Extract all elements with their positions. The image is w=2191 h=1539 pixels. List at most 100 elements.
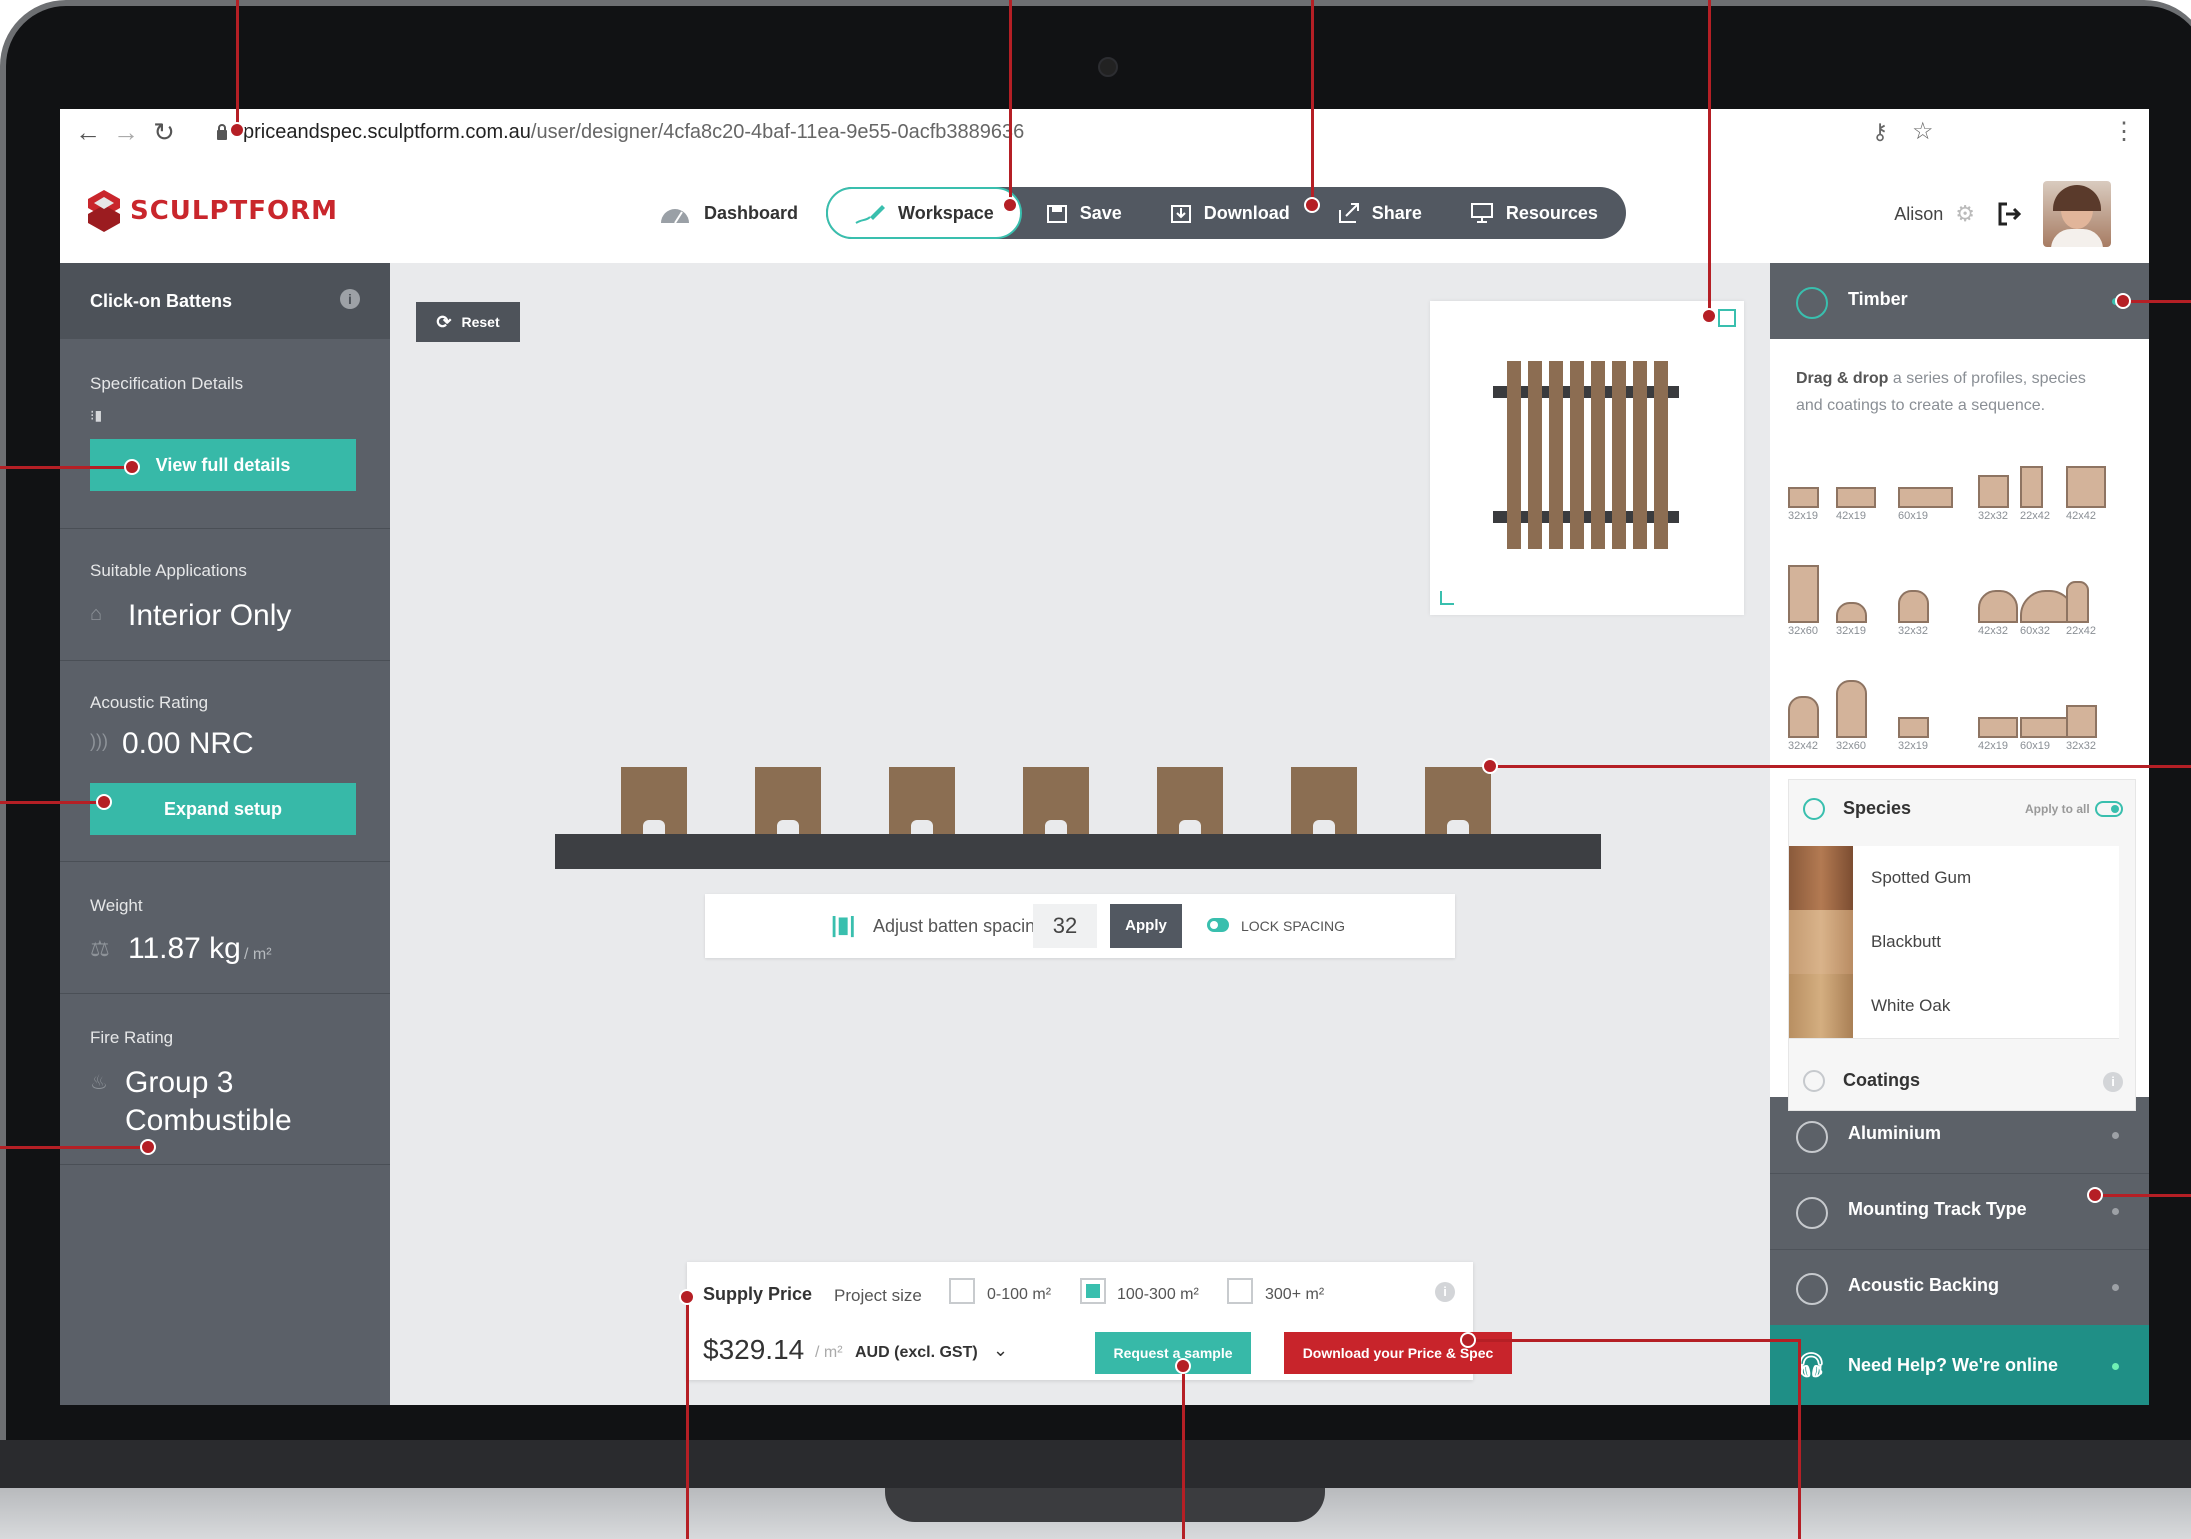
gear-icon[interactable]: ⚙: [1955, 201, 1975, 227]
species-coatings-box: Species Apply to all Spotted Gum Blackbut…: [1788, 779, 2136, 1111]
profile-32x19[interactable]: [1788, 486, 1820, 508]
profile-size-label: 22x42: [2020, 510, 2050, 522]
user-area: Alison ⚙: [1894, 181, 2111, 247]
profile-32x32[interactable]: [1898, 590, 1930, 623]
apply-button[interactable]: Apply: [1110, 904, 1182, 948]
info-icon[interactable]: i: [340, 289, 360, 309]
callout-dot: [1701, 308, 1717, 324]
info-icon[interactable]: i: [1435, 1282, 1455, 1302]
profile-22x42[interactable]: [2020, 466, 2043, 508]
expand-icon[interactable]: [1718, 309, 1736, 327]
download-icon: [1170, 205, 1191, 223]
size-checkbox-300-plus[interactable]: [1227, 1278, 1253, 1304]
callout-line: [1009, 0, 1012, 204]
timber-accordion-header[interactable]: Timber: [1770, 263, 2149, 339]
profile-32x60[interactable]: [1836, 680, 1868, 738]
batten[interactable]: [1023, 767, 1089, 834]
mounting-accordion-header[interactable]: Mounting Track Type: [1770, 1173, 2149, 1250]
back-arrow-icon[interactable]: ←: [74, 117, 102, 147]
profile-42x19[interactable]: [1836, 486, 1876, 508]
profile-32x19[interactable]: [1836, 601, 1868, 623]
size-checkbox-100-300[interactable]: [1080, 1278, 1106, 1304]
callout-dot: [229, 122, 245, 138]
lock-spacing-toggle[interactable]: [1207, 918, 1229, 932]
profile-42x32[interactable]: [1978, 590, 2018, 623]
callout-dot: [1002, 197, 1018, 213]
profile-22x42[interactable]: [2066, 581, 2089, 623]
species-name: Blackbutt: [1871, 932, 1941, 951]
star-icon[interactable]: ☆: [1912, 117, 1934, 146]
species-item[interactable]: White Oak: [1789, 974, 2119, 1039]
species-item[interactable]: Spotted Gum: [1789, 846, 2119, 911]
address-bar[interactable]: priceandspec.sculptform.com.au/user/desi…: [243, 121, 1024, 144]
avatar[interactable]: [2043, 181, 2111, 247]
spacing-toolbar: |▮| Adjust batten spacing 32 Apply LOCK …: [705, 894, 1455, 958]
profile-32x60[interactable]: [1788, 565, 1820, 623]
key-icon[interactable]: ⚷: [1872, 119, 1888, 145]
forward-arrow-icon[interactable]: →: [112, 117, 140, 147]
supply-price-panel: Supply Price Project size 0-100 m² 100-3…: [687, 1262, 1512, 1380]
dashboard-gauge-icon: [661, 209, 689, 224]
profile-32x32[interactable]: [1978, 475, 2010, 508]
panel-preview[interactable]: [1430, 301, 1744, 615]
profile-32x32[interactable]: [2066, 705, 2098, 738]
nav-download[interactable]: Download: [1146, 187, 1314, 239]
spec-list-icon: ⁝▮: [90, 407, 103, 423]
expand-setup-button[interactable]: Expand setup: [90, 783, 356, 835]
nav-save[interactable]: Save: [1022, 187, 1146, 239]
profile-32x19[interactable]: [1898, 716, 1930, 738]
callout-dot: [679, 1289, 695, 1305]
batten[interactable]: [755, 767, 821, 834]
sculptform-logo[interactable]: SCULPTFORM: [88, 190, 338, 232]
species-label: Species: [1843, 798, 1912, 818]
currency-select[interactable]: AUD (excl. GST): [855, 1344, 978, 1362]
batten[interactable]: [889, 767, 955, 834]
profile-42x19[interactable]: [1978, 716, 2018, 738]
chevron-down-icon[interactable]: ⌄: [993, 1340, 1008, 1361]
request-sample-button[interactable]: Request a sample: [1095, 1332, 1251, 1374]
batten[interactable]: [1291, 767, 1357, 834]
profile-size-label: 60x32: [2020, 625, 2050, 637]
aluminium-accordion-header[interactable]: Aluminium: [1770, 1097, 2149, 1174]
profile-size-label: 42x42: [2066, 510, 2096, 522]
chevron-down-icon[interactable]: [1803, 1070, 1825, 1092]
help-label: Need Help? We're online: [1848, 1355, 2058, 1375]
nav-share[interactable]: Share: [1314, 187, 1446, 239]
acoustic-backing-accordion-header[interactable]: Acoustic Backing: [1770, 1249, 2149, 1325]
spacing-input[interactable]: 32: [1033, 904, 1097, 948]
pencil-icon: [855, 205, 886, 224]
size-option-300-plus: 300+ m²: [1265, 1286, 1325, 1303]
profile-42x42[interactable]: [2066, 466, 2106, 508]
chevron-up-icon[interactable]: [1803, 798, 1825, 820]
interior-icon: ⌂: [90, 603, 103, 625]
batten[interactable]: [1425, 767, 1491, 834]
nav-dashboard-label: Dashboard: [704, 202, 799, 223]
user-name[interactable]: Alison: [1894, 204, 1943, 225]
logout-icon[interactable]: [1997, 201, 2023, 227]
profile-60x19[interactable]: [1898, 486, 1953, 508]
batten[interactable]: [1157, 767, 1223, 834]
status-dot: [2112, 1284, 2119, 1291]
coatings-label[interactable]: Coatings: [1843, 1070, 1920, 1091]
apply-to-all-toggle[interactable]: [2095, 801, 2123, 817]
fire-label: Fire Rating: [90, 1028, 174, 1047]
reset-button[interactable]: ⟳ Reset: [416, 302, 520, 342]
species-item[interactable]: Blackbutt: [1789, 910, 2119, 975]
callout-line: [1311, 0, 1314, 204]
callout-line: [686, 1297, 689, 1539]
spec-label: Specification Details: [90, 374, 244, 393]
profile-size-label: 32x19: [1836, 625, 1866, 637]
reload-icon[interactable]: ↻: [150, 117, 178, 147]
nav-resources[interactable]: Resources: [1446, 187, 1626, 239]
batten[interactable]: [621, 767, 687, 834]
help-chat-bar[interactable]: 🎧︎ Need Help? We're online: [1770, 1325, 2149, 1405]
profile-32x42[interactable]: [1788, 696, 1820, 738]
logo-text: SCULPTFORM: [130, 196, 339, 226]
nav-workspace[interactable]: Workspace: [826, 187, 1022, 239]
menu-dots-icon[interactable]: ⋮: [2112, 117, 2136, 146]
size-checkbox-0-100[interactable]: [949, 1278, 975, 1304]
acoustic-backing-label: Acoustic Backing: [1848, 1275, 2000, 1295]
info-icon[interactable]: i: [2103, 1072, 2123, 1092]
price-unit: / m²: [815, 1344, 843, 1361]
nav-dashboard[interactable]: Dashboard: [630, 187, 826, 239]
